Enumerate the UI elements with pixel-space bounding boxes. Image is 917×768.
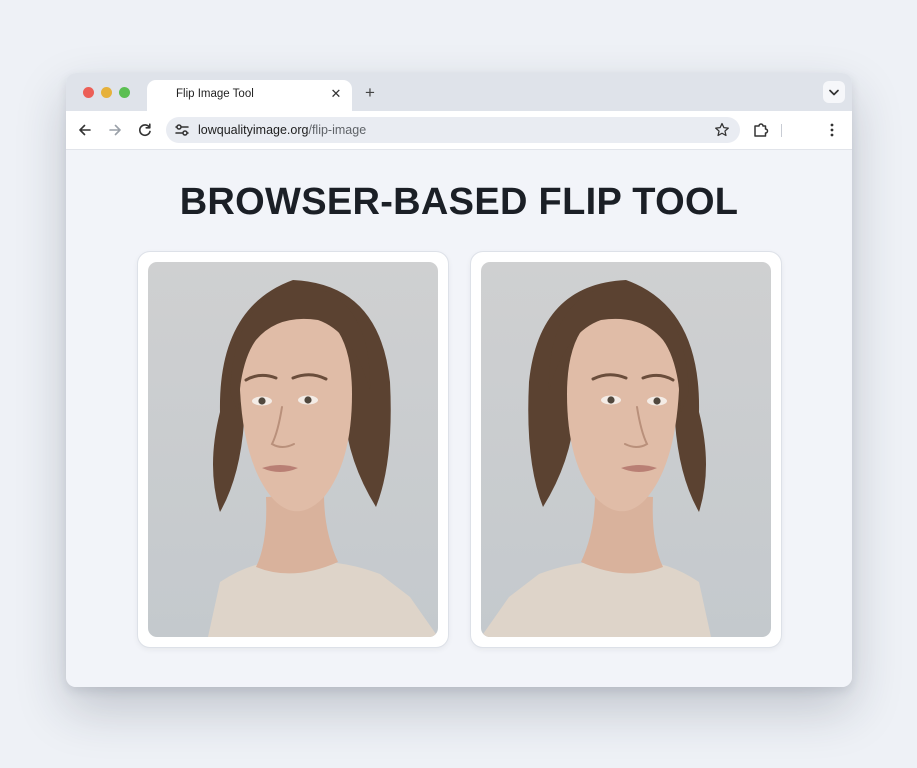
browser-window: Flip Image Tool ✕ + lowqualityimage.org/… xyxy=(66,73,852,687)
kebab-icon[interactable] xyxy=(824,121,840,139)
star-icon[interactable] xyxy=(713,121,731,139)
tab-search-button[interactable] xyxy=(823,81,845,103)
arrow-right-icon[interactable] xyxy=(105,120,125,140)
new-tab-button[interactable]: + xyxy=(360,83,380,103)
original-portrait-image xyxy=(148,262,438,637)
minimize-window-button[interactable] xyxy=(101,87,112,98)
tab-flip-image-tool[interactable]: Flip Image Tool ✕ xyxy=(147,80,352,111)
tune-icon[interactable] xyxy=(172,120,192,140)
page-content: BROWSER-BASED FLIP TOOL xyxy=(66,150,852,687)
tab-close-icon[interactable]: ✕ xyxy=(328,86,344,102)
close-window-button[interactable] xyxy=(83,87,94,98)
url-path: /flip-image xyxy=(308,123,367,137)
url-domain: lowqualityimage.org xyxy=(198,123,309,137)
flipped-image-card xyxy=(470,251,782,648)
original-image-card xyxy=(137,251,449,648)
tab-title: Flip Image Tool xyxy=(176,88,254,100)
toolbar-divider xyxy=(781,124,782,137)
flipped-portrait-image xyxy=(481,262,771,637)
page-title: BROWSER-BASED FLIP TOOL xyxy=(179,181,739,223)
reload-icon[interactable] xyxy=(135,120,155,140)
arrow-left-icon[interactable] xyxy=(75,120,95,140)
maximize-window-button[interactable] xyxy=(119,87,130,98)
browser-toolbar: lowqualityimage.org/flip-image xyxy=(66,111,852,150)
chevron-down-icon xyxy=(829,89,839,96)
tab-strip: Flip Image Tool ✕ + xyxy=(66,73,852,111)
url-text[interactable]: lowqualityimage.org/flip-image xyxy=(198,123,366,137)
address-bar[interactable]: lowqualityimage.org/flip-image xyxy=(166,117,740,143)
puzzle-icon[interactable] xyxy=(752,121,770,139)
